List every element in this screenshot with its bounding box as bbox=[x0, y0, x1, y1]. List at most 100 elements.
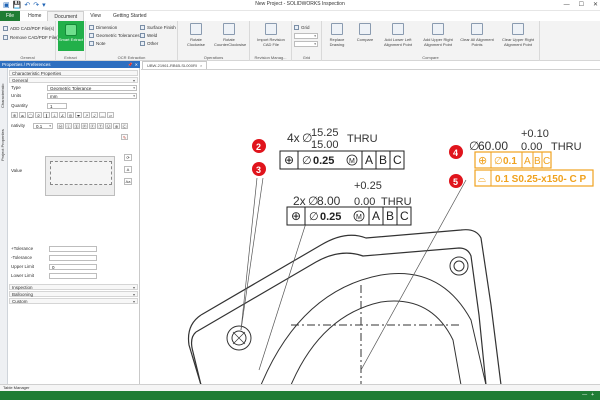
modifier-button-8[interactable]: ⊕ bbox=[113, 123, 120, 129]
balloon-3-number: 3 bbox=[256, 165, 261, 175]
tab-home[interactable]: Home bbox=[22, 11, 47, 21]
edit-icon[interactable]: ✎ bbox=[121, 134, 128, 140]
tab-characteristic[interactable]: Characteristic bbox=[0, 76, 8, 116]
callout-profile[interactable]: ⌓ 0.1 S0.25-x150- C P bbox=[474, 169, 594, 187]
type-select[interactable]: Geometric Tolerance ▾ bbox=[47, 85, 137, 91]
maximize-button[interactable]: ☐ bbox=[579, 0, 584, 10]
tab-project-properties[interactable]: Project Properties bbox=[0, 120, 8, 170]
rotate-clockwise-button[interactable]: Rotate Clockwise bbox=[181, 23, 211, 47]
modifier-button-6[interactable]: Ⓣ bbox=[97, 123, 104, 129]
remove-cad-file-button[interactable]: Remove CAD/PDF File(s) bbox=[3, 35, 62, 40]
close-button[interactable]: ✕ bbox=[593, 0, 598, 10]
inspection-section-label: Inspection bbox=[12, 285, 33, 290]
tab-file[interactable]: File bbox=[0, 11, 21, 21]
minimize-button[interactable]: — bbox=[564, 0, 570, 10]
callout-bore-60[interactable]: +0.10 ∅ 60.00 0.00 THRU ⊕ ∅ 0.1 A B C bbox=[469, 128, 582, 169]
geometric-tolerances-button[interactable]: Geometric Tolerances bbox=[89, 33, 140, 38]
tab-getting-started[interactable]: Getting Started bbox=[107, 11, 153, 21]
runout-symbol-button[interactable]: ↗ bbox=[83, 112, 90, 118]
status-bar: — + bbox=[0, 391, 600, 400]
drawing-canvas[interactable]: 4x ∅ 15.25 15.00 THRU ⊕ ∅ 0.25 M A B C 2… bbox=[141, 69, 600, 384]
straightness-symbol-button[interactable]: — bbox=[99, 112, 106, 118]
chevron-down-icon: ▾ bbox=[314, 42, 316, 46]
ribbon-group-general: ADD CAD/PDF File(s) Remove CAD/PDF File(… bbox=[0, 21, 62, 61]
flatness-symbol-button[interactable]: ▱ bbox=[107, 112, 114, 118]
parallelism-symbol-button[interactable]: ∥ bbox=[43, 112, 50, 118]
modifier-button-7[interactable]: Ⓤ bbox=[105, 123, 112, 129]
clear-all-alignment-button[interactable]: Clear All Alignment Points bbox=[458, 23, 496, 47]
tab-document[interactable]: Document bbox=[47, 11, 85, 21]
callout1-upper-limit: 15.25 bbox=[311, 127, 339, 139]
modifier-button-9[interactable]: Ⓒ bbox=[121, 123, 128, 129]
upper-limit-field[interactable]: 0 bbox=[49, 264, 97, 270]
concentricity-symbol-button[interactable]: ◎ bbox=[67, 112, 74, 118]
add-upper-right-alignment-button[interactable]: Add Upper Right Alignment Point bbox=[418, 23, 458, 47]
document-tab[interactable]: UBW-21961-RB65-SL000RI × bbox=[142, 61, 208, 69]
pin-icon[interactable]: 📌 bbox=[128, 61, 133, 68]
inspection-section[interactable]: Inspection ▾ bbox=[9, 284, 138, 290]
add-lower-left-alignment-button[interactable]: Add Lower Left Alignment Point bbox=[378, 23, 418, 47]
profile-surface-symbol-button[interactable]: ⌓ bbox=[19, 112, 26, 118]
total-runout-symbol-button[interactable]: ⌰ bbox=[91, 112, 98, 118]
import-revision-button[interactable]: Import Revision CAD File bbox=[254, 23, 288, 47]
callout-hole-pattern-4x[interactable]: 4x ∅ 15.25 15.00 THRU ⊕ ∅ 0.25 M A B C bbox=[279, 127, 405, 170]
rotate-clockwise-label: Rotate Clockwise bbox=[186, 37, 205, 47]
callout-hole-pattern-2x[interactable]: +0.25 2x ∅ 8.00 0.00 THRU ⊕ ∅ 0.25 M A B… bbox=[286, 180, 412, 226]
lower-limit-field[interactable] bbox=[49, 273, 97, 279]
clear-upper-right-alignment-button[interactable]: Clear Upper Right Alignment Point bbox=[497, 23, 539, 47]
datum-a: A bbox=[524, 156, 531, 167]
weld-button[interactable]: Weld bbox=[140, 33, 157, 38]
minus-tolerance-field[interactable] bbox=[49, 255, 97, 261]
text-format-icon[interactable]: A bbox=[124, 166, 132, 173]
ballooning-section[interactable]: Ballooning ▾ bbox=[9, 291, 138, 297]
tab-view[interactable]: View bbox=[84, 11, 107, 21]
compare-button[interactable]: Compare bbox=[350, 23, 380, 42]
grid-toggle[interactable]: Grid bbox=[294, 25, 310, 30]
zoom-out-icon[interactable]: — bbox=[582, 392, 587, 398]
smart-extract-button[interactable]: Smart Extract bbox=[58, 21, 84, 51]
custom-section[interactable]: Custom ▾ bbox=[9, 298, 138, 304]
grid-color-select[interactable]: ▾ bbox=[294, 41, 318, 47]
position-symbol-button[interactable]: ⊕ bbox=[11, 112, 18, 118]
close-tab-icon[interactable]: × bbox=[200, 63, 202, 68]
add-cad-file-button[interactable]: ADD CAD/PDF File(s) bbox=[3, 26, 54, 31]
dimension-button[interactable]: Dimension bbox=[89, 25, 117, 30]
units-select[interactable]: mm ▾ bbox=[47, 93, 137, 99]
panel-close-icon[interactable]: ✕ bbox=[135, 61, 138, 68]
value-editor-canvas[interactable] bbox=[50, 161, 112, 185]
surface-finish-button[interactable]: Surface Finish bbox=[140, 25, 176, 30]
zoom-in-icon[interactable]: + bbox=[591, 392, 594, 398]
table-manager-bar[interactable]: Table Manager bbox=[0, 384, 600, 391]
replace-drawing-button[interactable]: Replace Drawing bbox=[322, 23, 352, 47]
balloon-4[interactable]: 4 bbox=[449, 145, 463, 159]
grid-spacing-select[interactable]: ▾ bbox=[294, 33, 318, 39]
other-icon bbox=[140, 41, 145, 46]
modifier-button-4[interactable]: Ⓟ bbox=[81, 123, 88, 129]
circularity-symbol-button[interactable]: ◯ bbox=[27, 112, 34, 118]
cylindricity-symbol-button[interactable]: ⌭ bbox=[35, 112, 42, 118]
rotate-counterclockwise-button[interactable]: Rotate CounterClockwise bbox=[214, 23, 246, 47]
plus-tolerance-field[interactable] bbox=[49, 246, 97, 252]
modifier-button-3[interactable]: Ⓢ bbox=[73, 123, 80, 129]
balloon-5[interactable]: 5 bbox=[449, 174, 463, 188]
callout2-modifier: M bbox=[356, 214, 362, 221]
symmetry-symbol-button[interactable]: ⌯ bbox=[75, 112, 82, 118]
modifier-button-1[interactable]: Ⓜ bbox=[57, 123, 64, 129]
type-value: Geometric Tolerance bbox=[50, 86, 92, 91]
chevron-down-icon: ▾ bbox=[132, 292, 135, 297]
balloon-2[interactable]: 2 bbox=[252, 139, 266, 153]
properties-panel-header: Properties / Preferences 📌 ✕ bbox=[0, 61, 140, 68]
text-size-icon[interactable]: Aa bbox=[124, 178, 132, 185]
quantity-field[interactable]: 1 bbox=[47, 103, 67, 109]
note-button[interactable]: Note bbox=[89, 41, 106, 46]
value-editor[interactable] bbox=[45, 156, 115, 196]
general-section[interactable]: General ▾ bbox=[9, 77, 138, 83]
balloon-3[interactable]: 3 bbox=[252, 162, 266, 176]
other-button[interactable]: Other bbox=[140, 41, 158, 46]
angularity-symbol-button[interactable]: ∠ bbox=[59, 112, 66, 118]
modifier-button-2[interactable]: Ⓛ bbox=[65, 123, 72, 129]
perpendicularity-symbol-button[interactable]: ⊥ bbox=[51, 112, 58, 118]
refresh-icon[interactable]: ⟳ bbox=[124, 154, 132, 161]
nativity-field[interactable]: 0.1 ▾ bbox=[33, 123, 53, 129]
modifier-button-5[interactable]: Ⓕ bbox=[89, 123, 96, 129]
